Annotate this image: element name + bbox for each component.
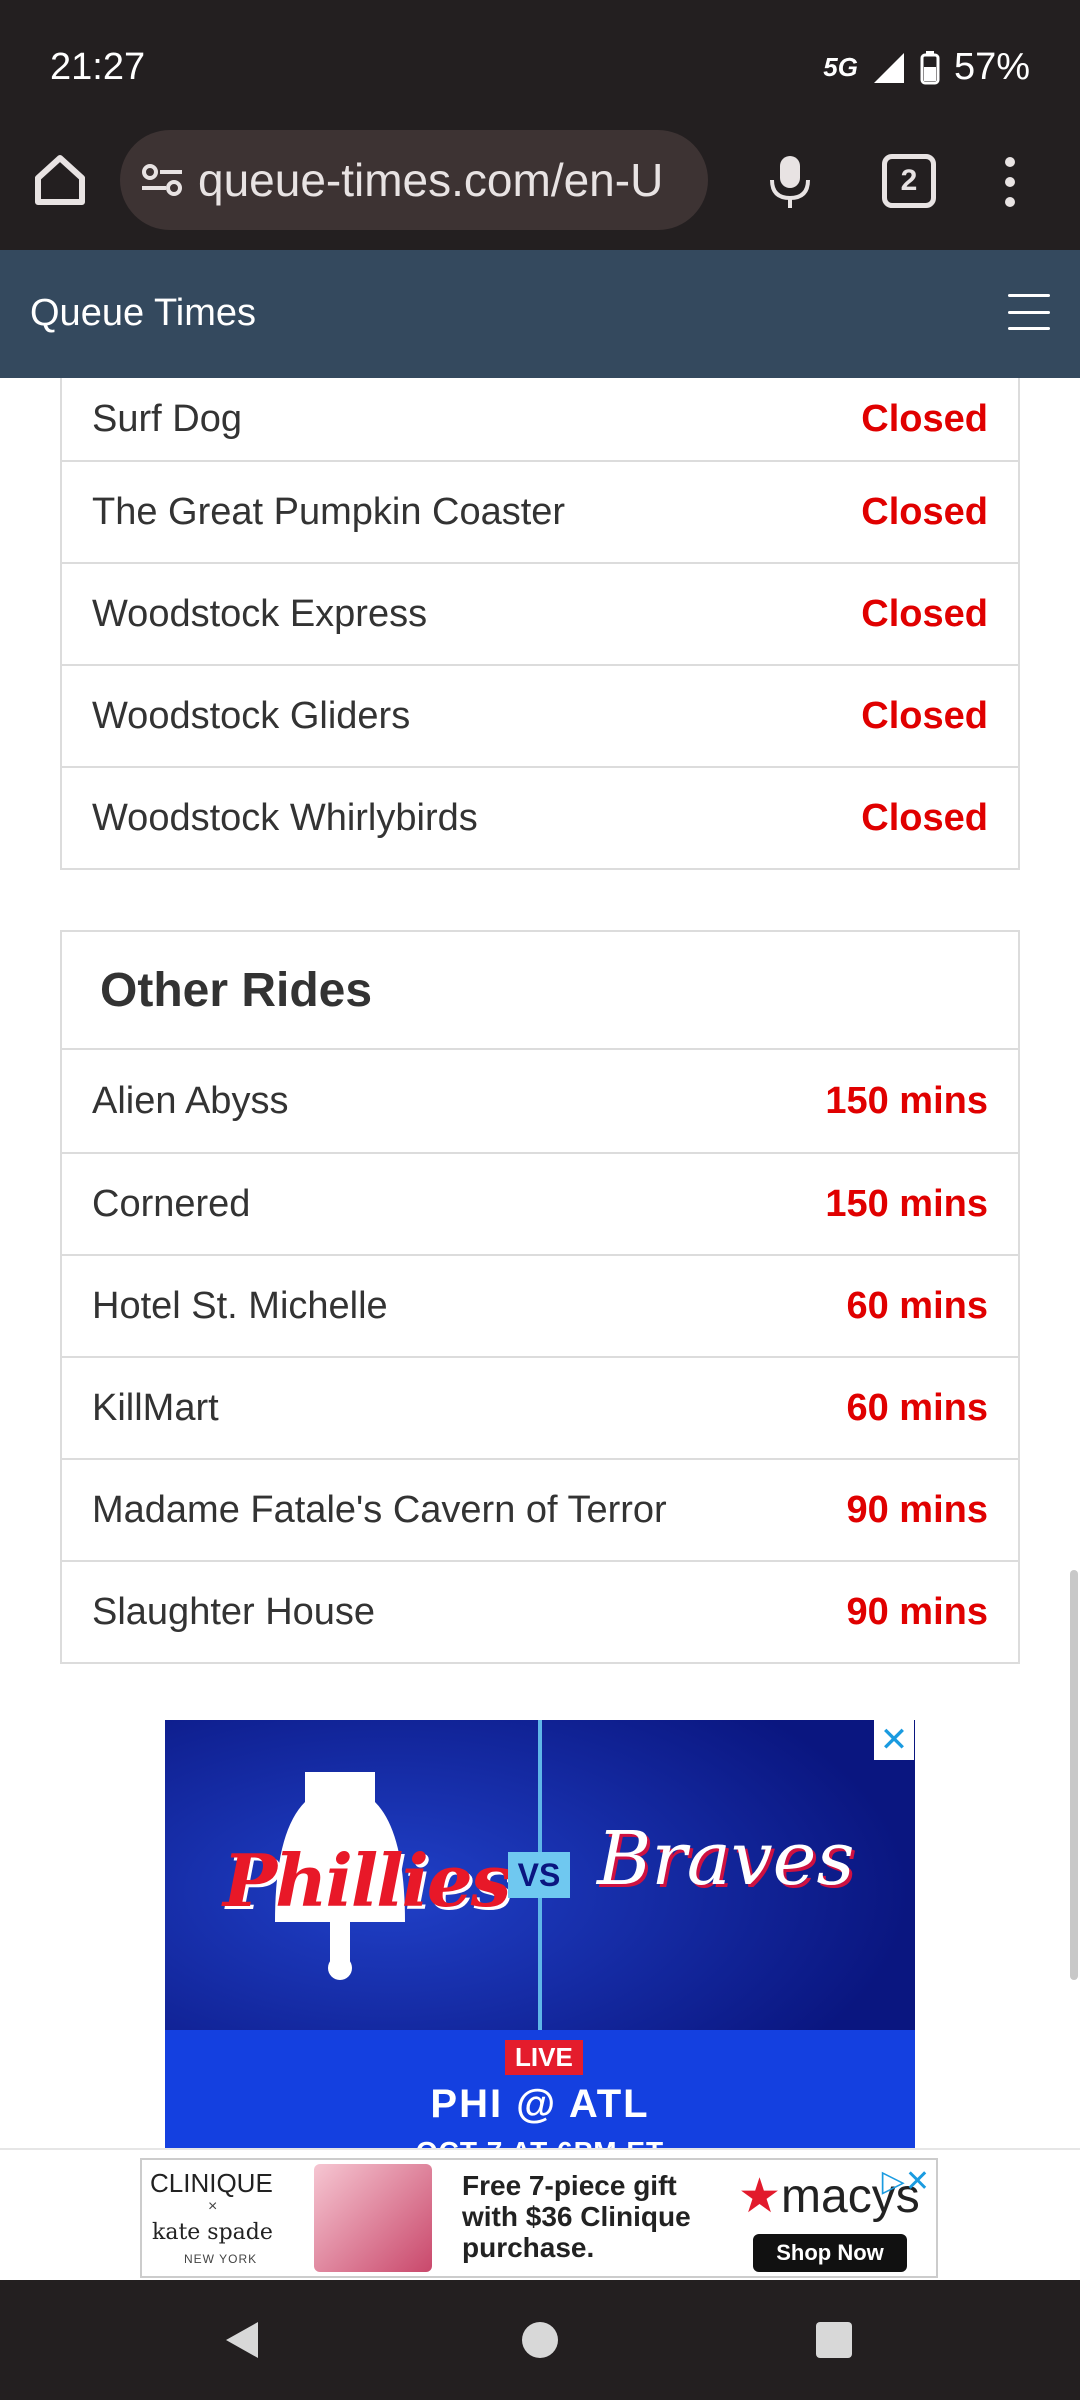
ride-status: Closed: [861, 694, 988, 737]
battery-icon: [920, 50, 940, 84]
matchup-text: PHI @ ATL: [430, 2082, 650, 2126]
ride-status: Closed: [861, 397, 988, 440]
ride-wait-time: 60 mins: [846, 1386, 988, 1429]
brand-separator: ×: [208, 2198, 218, 2215]
status-icons: 5G 57%: [823, 46, 1030, 89]
ad-choices-close-icon[interactable]: ▷✕: [882, 2164, 930, 2199]
ride-name[interactable]: Woodstock Whirlybirds: [92, 797, 478, 840]
ride-name[interactable]: Surf Dog: [92, 398, 242, 441]
other-rides-card: Other Rides Alien Abyss 150 mins Cornered…: [60, 930, 1020, 1664]
ride-status: Closed: [861, 490, 988, 533]
ride-name[interactable]: Madame Fatale's Cavern of Terror: [92, 1489, 667, 1532]
ride-row[interactable]: Surf Dog Closed: [62, 378, 1018, 460]
game-date: OCT 7 AT 6PM ET: [165, 2136, 915, 2148]
ride-wait-time: 60 mins: [846, 1284, 988, 1327]
network-type: 5G: [823, 52, 858, 82]
ride-row[interactable]: KillMart 60 mins: [62, 1356, 1018, 1458]
address-bar[interactable]: queue-times.com/en-U: [120, 130, 708, 230]
ride-row[interactable]: Woodstock Gliders Closed: [62, 664, 1018, 766]
status-time: 21:27: [50, 46, 146, 88]
system-navigation-bar: [0, 2280, 1080, 2400]
url-text[interactable]: queue-times.com/en-U: [198, 153, 688, 207]
braves-wordmark: Braves: [597, 1816, 855, 1902]
ride-row[interactable]: Woodstock Whirlybirds Closed: [62, 766, 1018, 868]
ride-name[interactable]: Hotel St. Michelle: [92, 1285, 388, 1328]
ride-status: Closed: [861, 592, 988, 635]
battery-level: 57%: [953, 46, 1030, 88]
recent-apps-icon[interactable]: [816, 2322, 852, 2358]
ride-wait-time: 150 mins: [825, 1079, 988, 1122]
bottom-banner-ad[interactable]: CLINIQUE × kate spade NEW YORK Free 7-pi…: [0, 2148, 1080, 2282]
ad-close-icon[interactable]: ✕: [874, 1720, 914, 1760]
ride-row[interactable]: Slaughter House 90 mins: [62, 1560, 1018, 1662]
kate-spade-logo: kate spade: [152, 2220, 273, 2245]
home-nav-icon[interactable]: [522, 2322, 558, 2358]
ride-name[interactable]: Alien Abyss: [92, 1080, 288, 1123]
banner-offer-text: Free 7-piece gift with $36 Clinique purc…: [462, 2170, 691, 2263]
ride-row[interactable]: The Great Pumpkin Coaster Closed: [62, 460, 1018, 562]
scrollbar[interactable]: [1070, 1570, 1078, 1980]
site-navbar: Queue Times: [0, 250, 1080, 378]
phillies-wordmark: Phillies: [223, 1838, 511, 1923]
site-brand-link[interactable]: Queue Times: [30, 292, 256, 335]
site-settings-icon[interactable]: [138, 160, 188, 200]
vs-badge: VS: [508, 1852, 570, 1898]
product-image: [314, 2164, 432, 2272]
page-content: Surf Dog Closed The Great Pumpkin Coaster…: [0, 378, 1080, 2148]
ride-row[interactable]: Cornered 150 mins: [62, 1152, 1018, 1254]
ride-name[interactable]: Slaughter House: [92, 1591, 375, 1634]
hamburger-menu-icon[interactable]: [1008, 294, 1050, 330]
star-icon: ★: [738, 2170, 782, 2223]
clinique-logo: CLINIQUE: [150, 2168, 273, 2198]
signal-icon: [873, 52, 904, 83]
ride-name[interactable]: KillMart: [92, 1387, 219, 1430]
ride-name[interactable]: The Great Pumpkin Coaster: [92, 491, 565, 534]
back-icon[interactable]: [224, 2320, 262, 2360]
ride-row[interactable]: Hotel St. Michelle 60 mins: [62, 1254, 1018, 1356]
status-bar: 21:27 5G 57%: [0, 0, 1080, 130]
ride-wait-time: 150 mins: [825, 1182, 988, 1225]
sports-ad[interactable]: Phillies VS Braves LIVE PHI @ ATL OCT 7 …: [165, 1720, 915, 2148]
ride-row[interactable]: Madame Fatale's Cavern of Terror 90 mins: [62, 1458, 1018, 1560]
ride-row[interactable]: Woodstock Express Closed: [62, 562, 1018, 664]
shop-now-button[interactable]: Shop Now: [753, 2234, 907, 2272]
ride-status: Closed: [861, 796, 988, 839]
tab-switcher-button[interactable]: 2: [882, 154, 936, 208]
live-badge: LIVE: [505, 2040, 583, 2075]
ride-name[interactable]: Cornered: [92, 1183, 250, 1226]
browser-toolbar: queue-times.com/en-U 2: [0, 130, 1080, 250]
ride-name[interactable]: Woodstock Express: [92, 593, 427, 636]
banner-frame[interactable]: CLINIQUE × kate spade NEW YORK Free 7-pi…: [140, 2158, 938, 2278]
ride-name[interactable]: Woodstock Gliders: [92, 695, 410, 738]
rides-card-continued: Surf Dog Closed The Great Pumpkin Coaster…: [60, 378, 1020, 870]
microphone-icon[interactable]: [762, 152, 818, 212]
ride-wait-time: 90 mins: [846, 1590, 988, 1633]
ride-wait-time: 90 mins: [846, 1488, 988, 1531]
other-rides-heading: Other Rides: [62, 932, 1018, 1050]
kate-spade-sub: NEW YORK: [184, 2252, 258, 2266]
overflow-menu-icon[interactable]: [990, 150, 1030, 214]
home-icon[interactable]: [30, 150, 90, 210]
ride-row[interactable]: Alien Abyss 150 mins: [62, 1050, 1018, 1152]
